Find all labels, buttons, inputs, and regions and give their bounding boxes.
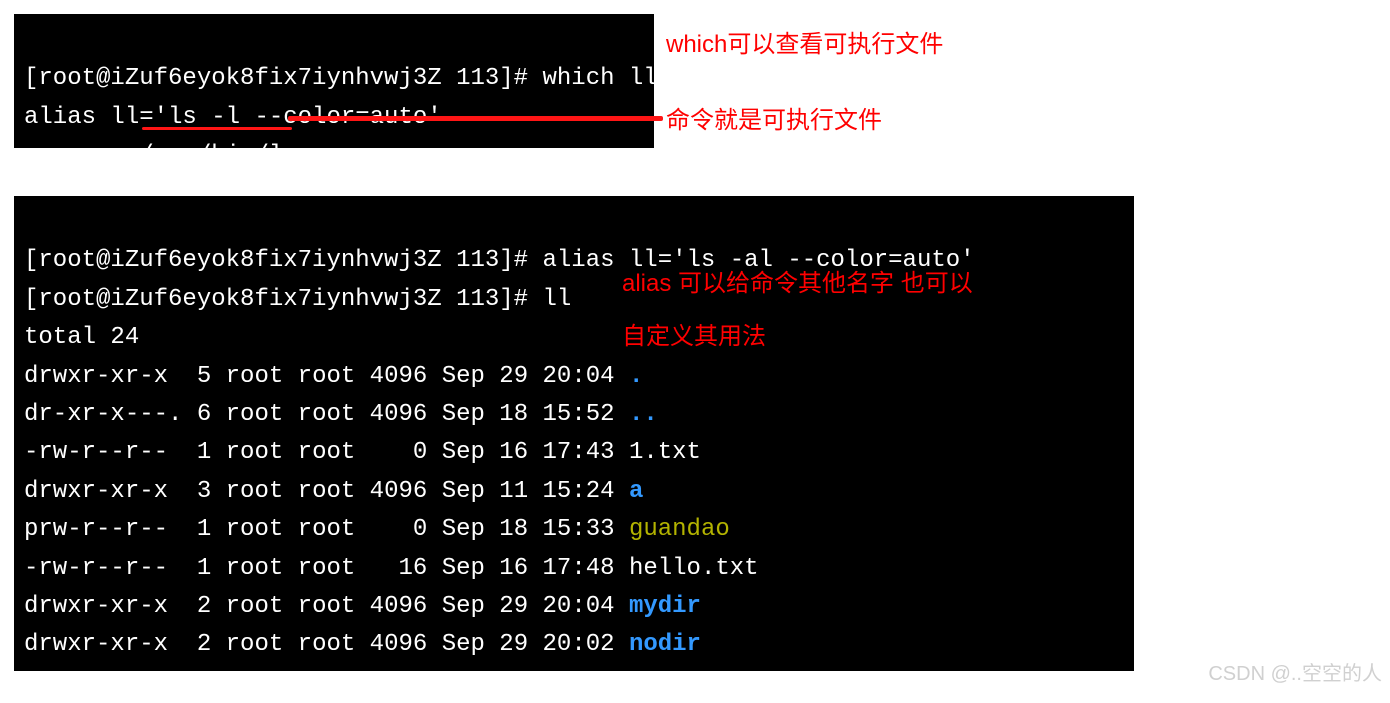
prompt: [root@iZuf6eyok8fix7iynhvwj3Z 113]# xyxy=(24,65,542,92)
group: root xyxy=(283,593,355,620)
size: 4096 xyxy=(355,631,427,658)
perm: drwxr-xr-x xyxy=(24,478,182,505)
list-row: drwxr-xr-x 3 root root 4096 Sep 11 15:24… xyxy=(24,473,1124,511)
annotation-alias-line1: alias 可以给命令其他名字 也可以 xyxy=(622,270,973,297)
group: root xyxy=(283,439,355,466)
ls-listing: drwxr-xr-x 5 root root 4096 Sep 29 20:04… xyxy=(24,358,1124,665)
list-row: drwxr-xr-x 2 root root 4096 Sep 29 20:04… xyxy=(24,588,1124,626)
list-row: -rw-r--r-- 1 root root 0 Sep 16 17:43 1.… xyxy=(24,434,1124,472)
size: 16 xyxy=(355,555,427,582)
filename: hello.txt xyxy=(629,555,759,582)
size: 4096 xyxy=(355,401,427,428)
filename: a xyxy=(629,478,643,505)
date: Sep 18 15:52 xyxy=(427,401,629,428)
perm: drwxr-xr-x xyxy=(24,593,182,620)
group: root xyxy=(283,401,355,428)
group: root xyxy=(283,516,355,543)
size: 0 xyxy=(355,516,427,543)
links: 6 xyxy=(182,401,211,428)
owner: root xyxy=(211,478,283,505)
list-row: prw-r--r-- 1 root root 0 Sep 18 15:33 gu… xyxy=(24,511,1124,549)
owner: root xyxy=(211,439,283,466)
command-ll: ll xyxy=(542,286,571,313)
size: 4096 xyxy=(355,363,427,390)
list-row: -rw-r--r-- 1 root root 16 Sep 16 17:48 h… xyxy=(24,550,1124,588)
list-row: dr-xr-x---. 6 root root 4096 Sep 18 15:5… xyxy=(24,396,1124,434)
date: Sep 29 20:02 xyxy=(427,631,629,658)
links: 1 xyxy=(182,439,211,466)
owner: root xyxy=(211,555,283,582)
owner: root xyxy=(211,593,283,620)
links: 1 xyxy=(182,516,211,543)
list-row: drwxr-xr-x 2 root root 4096 Sep 29 20:02… xyxy=(24,626,1124,664)
prompt: [root@iZuf6eyok8fix7iynhvwj3Z 113]# xyxy=(24,286,542,313)
links: 2 xyxy=(182,631,211,658)
date: Sep 29 20:04 xyxy=(427,593,629,620)
date: Sep 18 15:33 xyxy=(427,516,629,543)
filename: guandao xyxy=(629,516,730,543)
terminal-which-block: [root@iZuf6eyok8fix7iynhvwj3Z 113]# whic… xyxy=(14,14,654,148)
group: root xyxy=(283,478,355,505)
date: Sep 16 17:48 xyxy=(427,555,629,582)
annotation-line xyxy=(288,116,663,121)
date: Sep 11 15:24 xyxy=(427,478,629,505)
annotation-alias-line2: 自定义其用法 xyxy=(622,323,766,350)
output-total: total 24 xyxy=(24,324,139,351)
date: Sep 16 17:43 xyxy=(427,439,629,466)
filename: nodir xyxy=(629,631,701,658)
group: root xyxy=(283,555,355,582)
command-which: which ll xyxy=(542,65,657,92)
filename: 1.txt xyxy=(629,439,701,466)
perm: -rw-r--r-- xyxy=(24,555,182,582)
annotation-cmd: 命令就是可执行文件 xyxy=(666,104,882,138)
perm: dr-xr-x---. xyxy=(24,401,182,428)
links: 3 xyxy=(182,478,211,505)
links: 5 xyxy=(182,363,211,390)
size: 4096 xyxy=(355,478,427,505)
owner: root xyxy=(211,516,283,543)
group: root xyxy=(283,363,355,390)
perm: drwxr-xr-x xyxy=(24,631,182,658)
owner: root xyxy=(211,363,283,390)
annotation-alias: alias 可以给命令其他名字 也可以 自定义其用法 xyxy=(622,258,1142,364)
watermark: CSDN @..空空的人 xyxy=(1208,657,1382,686)
group: root xyxy=(283,631,355,658)
links: 1 xyxy=(182,555,211,582)
owner: root xyxy=(211,631,283,658)
filename: mydir xyxy=(629,593,701,620)
prompt: [root@iZuf6eyok8fix7iynhvwj3Z 113]# xyxy=(24,247,542,274)
perm: prw-r--r-- xyxy=(24,516,182,543)
links: 2 xyxy=(182,593,211,620)
filename: .. xyxy=(629,401,658,428)
owner: root xyxy=(211,401,283,428)
filename: . xyxy=(629,363,643,390)
size: 4096 xyxy=(355,593,427,620)
perm: drwxr-xr-x xyxy=(24,363,182,390)
size: 0 xyxy=(355,439,427,466)
output-path: /usr/bin/ls xyxy=(24,142,298,169)
annotation-line xyxy=(142,127,292,130)
annotation-which: which可以查看可执行文件 xyxy=(666,28,943,62)
date: Sep 29 20:04 xyxy=(427,363,629,390)
perm: -rw-r--r-- xyxy=(24,439,182,466)
